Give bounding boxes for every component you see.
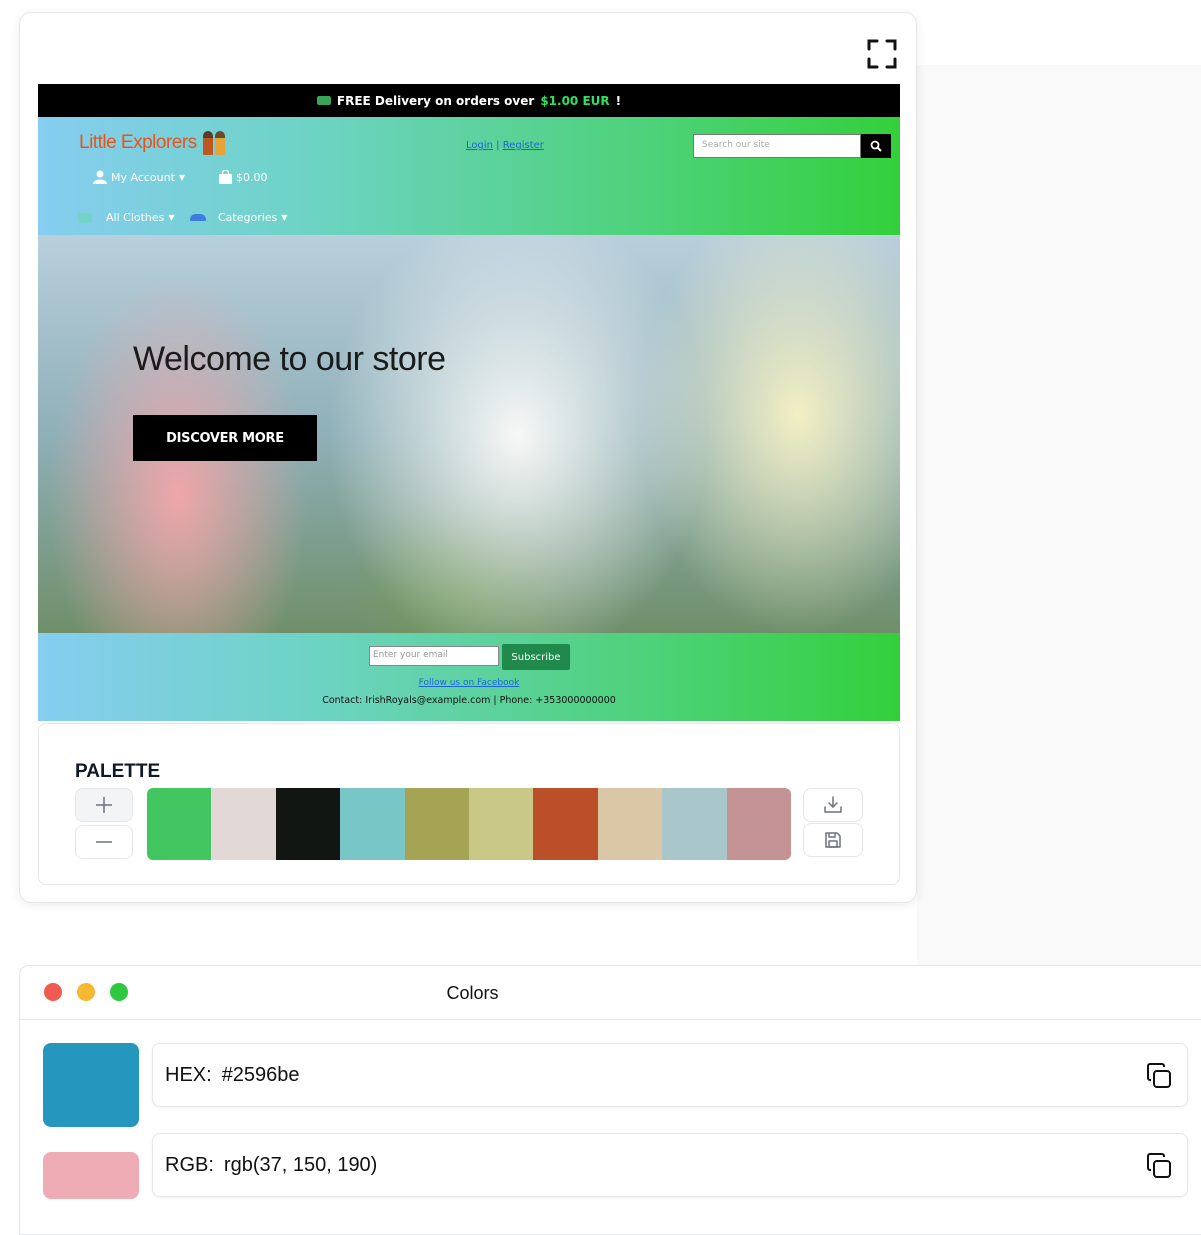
palette-swatch[interactable] [147, 788, 212, 860]
save-palette-button[interactable] [803, 823, 863, 857]
caret-down-icon: ▼ [168, 213, 175, 222]
copy-icon[interactable] [1145, 1152, 1173, 1180]
hex-value-row: HEX: #2596be [152, 1043, 1188, 1107]
shirt-icon [78, 212, 92, 223]
palette-swatch[interactable] [662, 788, 727, 860]
login-link[interactable]: Login [466, 140, 493, 151]
window-title: Colors [446, 983, 499, 1003]
copy-icon[interactable] [1145, 1062, 1173, 1090]
hero-banner: Welcome to our store DISCOVER MORE [38, 235, 900, 633]
cart-total: $0.00 [236, 170, 268, 184]
caret-down-icon: ▼ [178, 172, 186, 182]
secondary-color-swatch [43, 1152, 139, 1199]
palette-swatch[interactable] [340, 788, 405, 860]
shopping-bag-icon [219, 170, 232, 184]
nav-all-clothes[interactable]: All Clothes ▼ [78, 211, 175, 224]
fullscreen-icon [867, 39, 897, 69]
nav-categories[interactable]: Categories ▼ [190, 211, 287, 224]
site-logo[interactable]: Little Explorers [79, 131, 225, 155]
minus-icon [96, 841, 112, 843]
palette-swatch[interactable] [726, 788, 791, 860]
palette-title: PALETTE [75, 761, 161, 782]
rgb-value-row: RGB: rgb(37, 150, 190) [152, 1133, 1188, 1197]
facebook-link[interactable]: Follow us on Facebook [38, 678, 900, 688]
search-button[interactable] [861, 134, 891, 158]
auth-separator: | [496, 140, 500, 151]
website-preview: FREE Delivery on orders over $1.00 EUR !… [38, 84, 900, 721]
discover-more-button[interactable]: DISCOVER MORE [133, 415, 317, 461]
hero-title: Welcome to our store [133, 340, 446, 378]
caret-down-icon: ▼ [281, 213, 288, 222]
hex-label: HEX: [165, 1063, 212, 1086]
rgb-label: RGB: [165, 1153, 214, 1176]
announcement-price: $1.00 EUR [540, 93, 610, 108]
rgb-value: rgb(37, 150, 190) [223, 1153, 378, 1176]
announcement-suffix: ! [615, 93, 622, 108]
contact-info: Contact: IrishRoyals@example.com | Phone… [322, 695, 616, 706]
email-input[interactable]: Enter your email [369, 646, 499, 666]
announcement-text: FREE Delivery on orders over [336, 93, 535, 108]
fullscreen-button[interactable] [865, 37, 899, 71]
remove-color-button[interactable] [75, 825, 133, 859]
logo-text: Little Explorers [79, 132, 197, 153]
palette-swatch[interactable] [597, 788, 663, 860]
palette-swatch[interactable] [533, 788, 598, 860]
dress-figures-icon [202, 131, 225, 155]
announcement-bar: FREE Delivery on orders over $1.00 EUR ! [38, 84, 900, 117]
palette-swatch[interactable] [211, 788, 276, 860]
palette-panel: PALETTE [38, 723, 900, 885]
selected-color-swatch [43, 1043, 139, 1127]
site-header: Little Explorers My Account ▼ $0.00 Logi… [38, 117, 900, 235]
user-icon [93, 170, 107, 184]
my-account-menu[interactable]: My Account ▼ [93, 170, 185, 184]
hex-value: #2596be [221, 1063, 300, 1086]
truck-icon [316, 96, 331, 105]
colors-window: Colors HEX: #2596be RGB: rgb(37, 150, 19… [19, 965, 1201, 1235]
background-panel [917, 65, 1201, 965]
nav-all-clothes-label: All Clothes [106, 211, 165, 224]
preview-card: FREE Delivery on orders over $1.00 EUR !… [19, 12, 917, 903]
search-icon [870, 140, 882, 152]
my-account-label: My Account [111, 170, 175, 184]
hat-icon [190, 214, 206, 221]
search-input[interactable]: Search our site [693, 134, 861, 158]
subscribe-button[interactable]: Subscribe [502, 644, 570, 670]
plus-icon [96, 797, 112, 813]
palette-swatch[interactable] [404, 788, 470, 860]
palette-swatch[interactable] [469, 788, 534, 860]
palette-swatches [147, 788, 791, 860]
auth-links: Login | Register [466, 140, 544, 151]
download-palette-button[interactable] [803, 788, 863, 822]
nav-categories-label: Categories [218, 211, 278, 224]
site-footer: Enter your email Subscribe Follow us on … [38, 633, 900, 721]
save-icon [825, 832, 841, 848]
register-link[interactable]: Register [503, 140, 544, 151]
download-icon [824, 796, 842, 813]
cart-link[interactable]: $0.00 [219, 170, 268, 184]
window-titlebar: Colors [20, 966, 1201, 1020]
palette-swatch[interactable] [275, 788, 341, 860]
add-color-button[interactable] [75, 788, 133, 822]
